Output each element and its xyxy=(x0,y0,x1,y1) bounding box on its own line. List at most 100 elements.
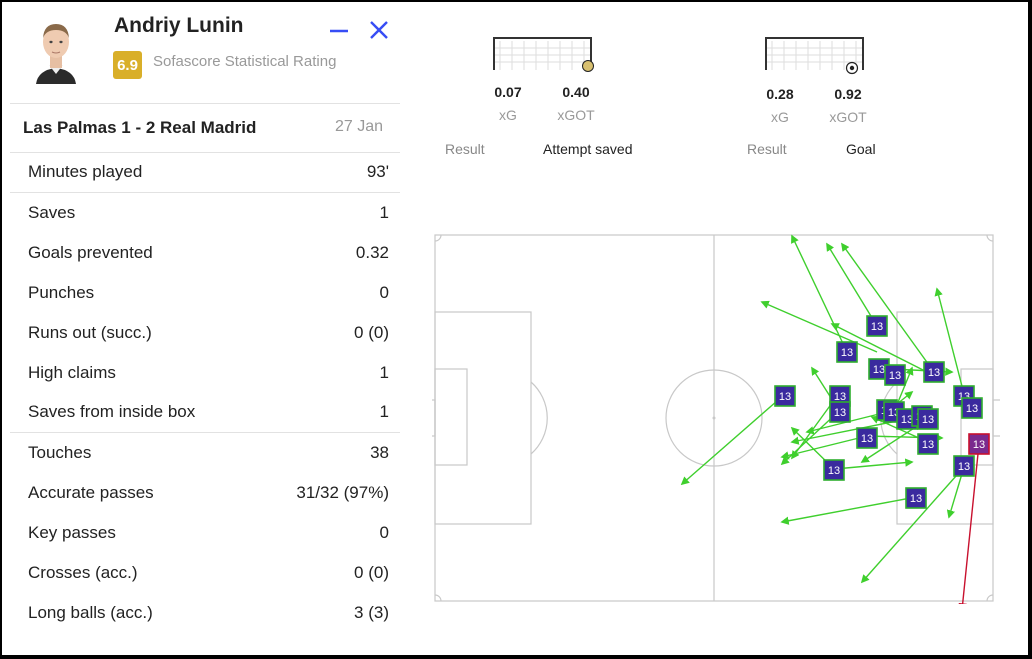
stat-label: Runs out (succ.) xyxy=(28,323,152,342)
accurate-pass-arrow xyxy=(780,496,917,525)
player-avatar xyxy=(36,24,76,84)
stat-row-saves: Saves 1 xyxy=(10,193,400,233)
stat-row-key-passes: Key passes 0 xyxy=(10,513,400,553)
stat-label: Accurate passes xyxy=(28,483,154,502)
stat-value: 38 xyxy=(370,443,389,462)
touch-marker: 13 xyxy=(836,341,858,363)
pass-map: 1313131313131313131313131313131313131313… xyxy=(426,232,1002,612)
accurate-pass-arrow xyxy=(760,300,878,353)
rating-badge: 6.9 xyxy=(113,51,142,79)
match-title: Las Palmas 1 - 2 Real Madrid xyxy=(23,118,257,137)
touch-marker: 13 xyxy=(961,397,983,419)
touch-marker-number: 13 xyxy=(834,407,846,419)
stat-value: 0 xyxy=(379,283,389,302)
shot-xgot-value: 0.40 xyxy=(562,84,590,100)
touch-marker: 13 xyxy=(917,433,939,455)
ball-saved-icon xyxy=(582,60,594,72)
goal-frame-icon xyxy=(493,37,592,70)
player-header: Andriy Lunin 6.9 Sofascore Statistical R… xyxy=(2,2,402,102)
shot-xgot-value: 0.92 xyxy=(834,86,862,102)
shot-result-value: Attempt saved xyxy=(543,141,633,157)
accurate-pass-arrow xyxy=(780,435,868,460)
touch-marker-number: 13 xyxy=(922,439,934,451)
stat-row-high-claims: High claims 1 xyxy=(10,353,400,393)
stat-value: 0 xyxy=(379,523,389,542)
accurate-pass-arrow xyxy=(680,393,786,486)
stat-label: Crosses (acc.) xyxy=(28,563,138,582)
stat-row-goals-prevented: Goals prevented 0.32 xyxy=(10,233,400,273)
stat-label: Goals prevented xyxy=(28,243,153,262)
shot-xg-value: 0.28 xyxy=(766,86,794,102)
rating-label: Sofascore Statistical Rating xyxy=(153,53,337,70)
stat-value: 0.32 xyxy=(355,243,389,262)
touch-marker: 13 xyxy=(953,455,975,477)
touch-marker-number: 13 xyxy=(889,370,901,382)
close-icon[interactable] xyxy=(366,16,392,42)
shot-xg-label: xG xyxy=(771,109,789,125)
touch-marker-number: 13 xyxy=(966,403,978,415)
shot-result-label: Result xyxy=(747,141,787,157)
stat-value: 93' xyxy=(366,162,389,181)
stat-value: 0 (0) xyxy=(354,323,389,342)
touch-marker-number: 13 xyxy=(871,321,883,333)
touch-marker: 13 xyxy=(905,487,927,509)
stat-label: Key passes xyxy=(28,523,116,542)
stats-panel: Andriy Lunin 6.9 Sofascore Statistical R… xyxy=(2,2,402,655)
stat-value: 3 (3) xyxy=(354,603,389,622)
touch-marker-number: 13 xyxy=(958,461,970,473)
touch-marker-number: 13 xyxy=(779,391,791,403)
stat-row-touches: Touches 38 xyxy=(10,433,400,473)
touch-marker-number: 13 xyxy=(861,433,873,445)
ball-goal-icon xyxy=(845,61,859,75)
touch-marker: 13 xyxy=(917,408,939,430)
stat-value: 31/32 (97%) xyxy=(296,483,389,502)
pitch-svg: 1313131313131313131313131313131313131313… xyxy=(426,234,1002,612)
stat-row-punches: Punches 0 xyxy=(10,273,400,313)
accurate-pass-arrow xyxy=(826,242,878,327)
minimize-icon[interactable] xyxy=(326,16,352,42)
touch-marker: 13 xyxy=(856,427,878,449)
stat-row-crosses: Crosses (acc.) 0 (0) xyxy=(10,553,400,593)
stat-value: 1 xyxy=(379,363,389,382)
stat-label: Touches xyxy=(28,443,92,462)
touch-marker: 13 xyxy=(923,361,945,383)
touch-marker-number: 13 xyxy=(910,493,922,505)
player-name: Andriy Lunin xyxy=(114,14,244,37)
touch-marker-number: 13 xyxy=(928,367,940,379)
touch-marker: 13 xyxy=(823,459,845,481)
player-stats-window: Andriy Lunin 6.9 Sofascore Statistical R… xyxy=(2,2,1028,655)
stat-row-runs-out: Runs out (succ.) 0 (0) xyxy=(10,313,400,353)
stat-label: High claims xyxy=(28,363,116,382)
touch-marker: 13 xyxy=(774,385,796,407)
shot-xg-value: 0.07 xyxy=(494,84,522,100)
shot-xgot-label: xGOT xyxy=(829,109,867,125)
touch-markers: 1313131313131313131313131313131313131313… xyxy=(774,315,990,509)
inaccurate-touch-marker: 13 xyxy=(968,433,990,455)
stat-label: Saves from inside box xyxy=(28,402,196,421)
stat-row-long-balls: Long balls (acc.) 3 (3) xyxy=(10,593,400,633)
match-date: 27 Jan xyxy=(334,118,383,135)
stat-label: Long balls (acc.) xyxy=(28,603,153,622)
touch-marker: 13 xyxy=(829,401,851,423)
shot-xg-label: xG xyxy=(499,107,517,123)
stat-row-saves-inside-box: Saves from inside box 1 xyxy=(10,392,400,432)
stat-value: 0 (0) xyxy=(354,563,389,582)
accurate-pass-arrow xyxy=(834,458,914,470)
touch-marker: 13 xyxy=(884,364,906,386)
stat-label: Saves xyxy=(28,203,76,222)
stat-label: Punches xyxy=(28,283,95,302)
shot-result-label: Result xyxy=(445,141,485,157)
stat-label: Minutes played xyxy=(28,162,143,181)
stat-value: 1 xyxy=(379,203,389,222)
touch-marker-number: 13 xyxy=(973,439,985,451)
match-row[interactable]: Las Palmas 1 - 2 Real Madrid 27 Jan xyxy=(10,103,400,153)
touch-marker: 13 xyxy=(866,315,888,337)
touch-marker-number: 13 xyxy=(873,364,885,376)
shot-xgot-label: xGOT xyxy=(557,107,595,123)
accurate-pass-arrow xyxy=(791,234,848,353)
stat-row-minutes-played: Minutes played 93' xyxy=(10,152,400,192)
stat-row-accurate-passes: Accurate passes 31/32 (97%) xyxy=(10,473,400,513)
touch-marker-number: 13 xyxy=(922,414,934,426)
stat-value: 1 xyxy=(379,402,389,421)
touch-marker-number: 13 xyxy=(828,465,840,477)
